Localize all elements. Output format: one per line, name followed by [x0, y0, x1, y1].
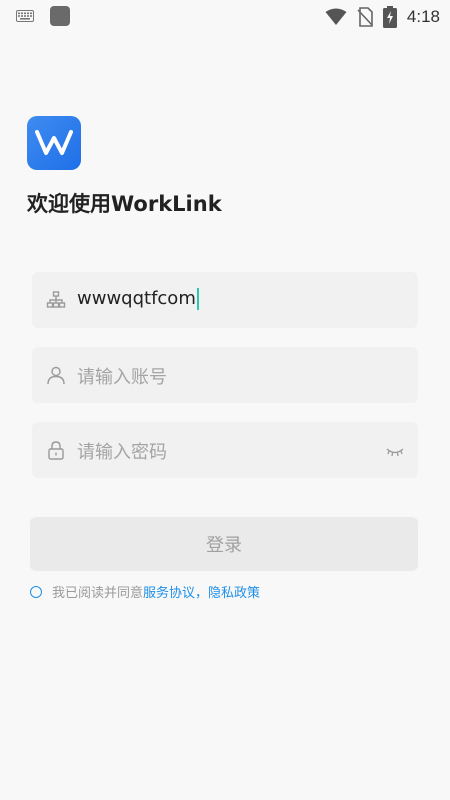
privacy-policy-link[interactable]: 隐私政策	[208, 582, 260, 601]
worklink-logo-icon	[35, 130, 73, 155]
keyboard-icon	[16, 10, 34, 22]
company-field[interactable]: wwwqqtfcom	[32, 272, 418, 328]
service-agreement-link[interactable]: 服务协议	[143, 582, 195, 601]
eye-closed-icon[interactable]	[386, 446, 404, 458]
lock-icon	[48, 441, 64, 460]
account-input[interactable]: 请输入账号	[77, 363, 167, 389]
agreement-prefix: 我已阅读并同意	[52, 586, 144, 601]
app-logo	[27, 116, 81, 170]
agreement-radio[interactable]	[30, 585, 42, 598]
status-right: 4:18	[325, 6, 440, 28]
company-value: wwwqqtfcom	[77, 288, 196, 309]
status-left	[16, 6, 70, 26]
wifi-icon	[325, 8, 347, 25]
account-field[interactable]: 请输入账号	[32, 347, 418, 403]
password-input[interactable]: 请输入密码	[77, 438, 167, 464]
user-icon	[47, 366, 65, 385]
status-time: 4:18	[406, 7, 440, 26]
org-tree-icon	[46, 291, 66, 308]
no-sim-icon	[357, 7, 373, 27]
login-button[interactable]: 登录	[30, 517, 418, 571]
password-field[interactable]: 请输入密码	[32, 422, 418, 478]
agreement-row: 我已阅读并同意 服务协议，隐私政策	[30, 582, 260, 601]
welcome-title: 欢迎使用WorkLink	[27, 192, 222, 216]
company-input[interactable]: wwwqqtfcom	[77, 288, 199, 310]
text-caret	[196, 288, 199, 310]
battery-charging-icon	[382, 6, 397, 28]
status-bar: 4:18	[0, 0, 450, 34]
app-square-icon	[50, 6, 70, 26]
agreement-separator: ，	[195, 586, 209, 601]
